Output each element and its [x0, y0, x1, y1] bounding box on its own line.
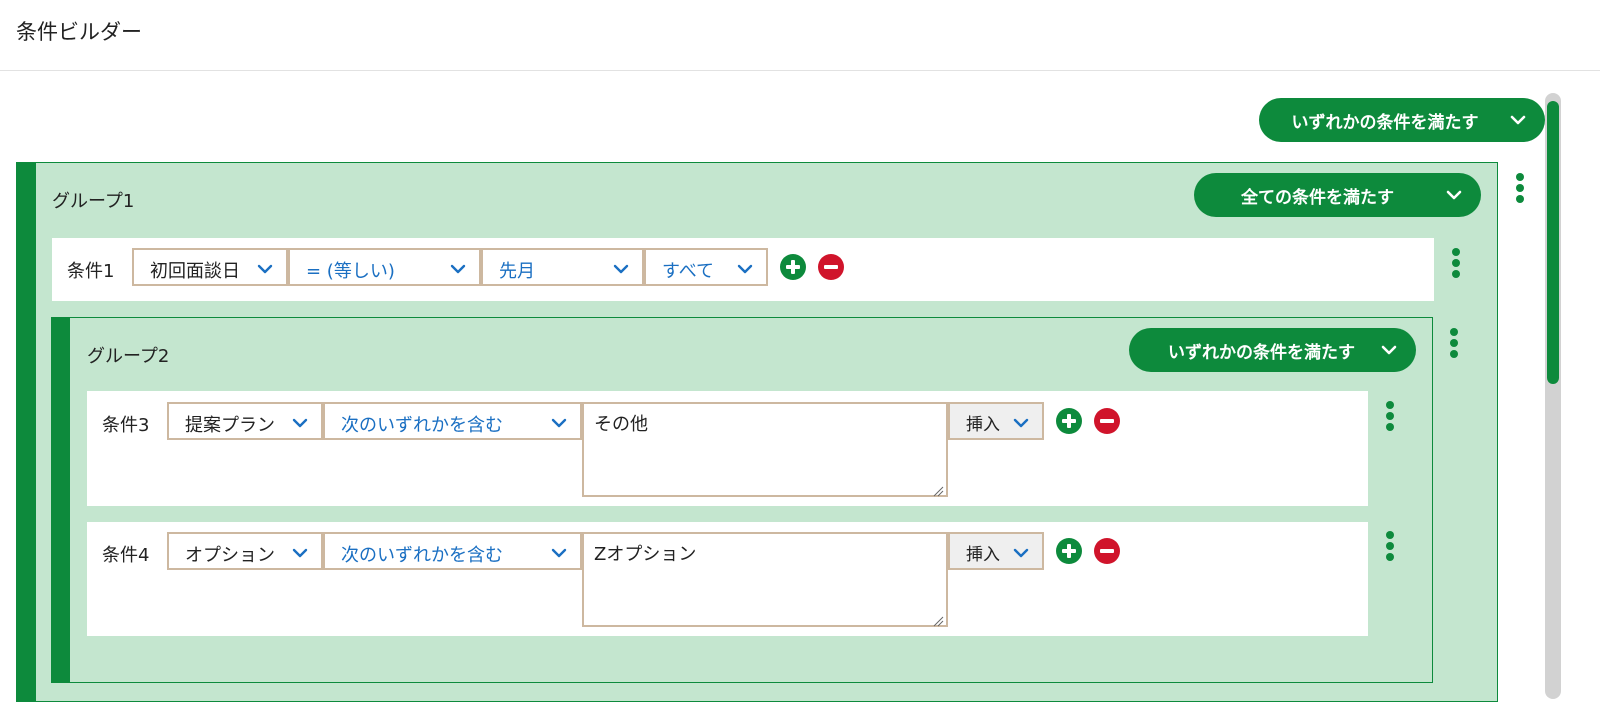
chevron-down-icon	[736, 260, 754, 278]
condition-1-value-select[interactable]: 先月	[481, 248, 644, 286]
chevron-down-icon	[449, 260, 467, 278]
condition-3-add-icon[interactable]	[1056, 408, 1082, 434]
group-1-title: グループ1	[52, 191, 135, 212]
scrollbar-thumb[interactable]	[1547, 101, 1559, 384]
condition-3-remove-icon[interactable]	[1094, 408, 1120, 434]
chevron-down-icon	[1380, 341, 1398, 359]
group-2: グループ2 いずれかの条件を満たす 条件3 提案プラン 次のいずれかを含む その…	[51, 317, 1433, 683]
page-header: 条件ビルダー	[0, 0, 1600, 71]
page-title: 条件ビルダー	[16, 20, 142, 44]
condition-4-textarea[interactable]: Zオプション	[582, 532, 948, 627]
group2-match-dropdown[interactable]: いずれかの条件を満たす	[1129, 328, 1416, 372]
condition-4-field-select[interactable]: オプション	[167, 532, 323, 570]
condition-4-insert-dropdown[interactable]: 挿入	[948, 532, 1044, 570]
group1-match-dropdown[interactable]: 全ての条件を満たす	[1194, 173, 1481, 217]
condition-1-operator-value: = (等しい)	[306, 261, 395, 282]
group2-match-label: いずれかの条件を満たす	[1168, 342, 1355, 363]
condition-1-remove-icon[interactable]	[818, 254, 844, 280]
root-match-dropdown[interactable]: いずれかの条件を満たす	[1259, 98, 1545, 142]
chevron-down-icon	[256, 260, 274, 278]
chevron-down-icon	[1012, 544, 1030, 562]
chevron-down-icon	[550, 414, 568, 432]
group2-menu-kebab-icon[interactable]	[1446, 326, 1462, 362]
chevron-down-icon	[1445, 186, 1463, 204]
condition-4-menu-kebab-icon[interactable]	[1382, 529, 1398, 565]
condition-3-operator-value: 次のいずれかを含む	[341, 415, 503, 436]
group-2-title: グループ2	[87, 346, 170, 367]
group1-menu-kebab-icon[interactable]	[1512, 171, 1528, 207]
condition-1-label: 条件1	[67, 261, 115, 282]
condition-3-field-select[interactable]: 提案プラン	[167, 402, 323, 440]
root-match-label: いずれかの条件を満たす	[1291, 112, 1479, 133]
condition-1-operator-select[interactable]: = (等しい)	[288, 248, 481, 286]
condition-3-insert-label: 挿入	[966, 415, 1000, 435]
condition-4-insert-label: 挿入	[966, 545, 1000, 565]
chevron-down-icon	[612, 260, 630, 278]
condition-4-operator-select[interactable]: 次のいずれかを含む	[323, 532, 582, 570]
condition-3-row: 条件3 提案プラン 次のいずれかを含む その他 挿入	[87, 391, 1368, 506]
chevron-down-icon	[1012, 414, 1030, 432]
resize-grip-icon[interactable]	[932, 481, 944, 497]
condition-4-field-value: オプション	[185, 545, 275, 566]
condition-1-scope-select[interactable]: すべて	[644, 248, 768, 286]
chevron-down-icon	[291, 414, 309, 432]
condition-3-textarea[interactable]: その他	[582, 402, 948, 497]
group-1: グループ1 全ての条件を満たす 条件1 初回面談日 = (等しい) 先月 すべて	[16, 162, 1498, 702]
condition-1-row: 条件1 初回面談日 = (等しい) 先月 すべて	[52, 238, 1434, 301]
condition-4-row: 条件4 オプション 次のいずれかを含む Zオプション 挿入	[87, 522, 1368, 636]
condition-3-menu-kebab-icon[interactable]	[1382, 399, 1398, 435]
condition-3-operator-select[interactable]: 次のいずれかを含む	[323, 402, 582, 440]
condition-4-text-value: Zオプション	[594, 544, 697, 565]
chevron-down-icon	[291, 544, 309, 562]
condition-1-value: 先月	[499, 261, 535, 282]
condition-1-scope-value: すべて	[662, 261, 715, 282]
group-2-accent-bar	[52, 318, 70, 682]
condition-3-insert-dropdown[interactable]: 挿入	[948, 402, 1044, 440]
chevron-down-icon	[1509, 111, 1527, 129]
condition-4-operator-value: 次のいずれかを含む	[341, 545, 503, 566]
condition-4-label: 条件4	[102, 545, 150, 566]
condition-1-field-select[interactable]: 初回面談日	[132, 248, 288, 286]
condition-1-add-icon[interactable]	[780, 254, 806, 280]
chevron-down-icon	[550, 544, 568, 562]
condition-1-field-value: 初回面談日	[150, 261, 240, 282]
group-1-accent-bar	[17, 163, 36, 701]
group1-match-label: 全ての条件を満たす	[1241, 187, 1394, 208]
condition-3-field-value: 提案プラン	[185, 415, 275, 436]
resize-grip-icon[interactable]	[932, 611, 944, 627]
condition-4-remove-icon[interactable]	[1094, 538, 1120, 564]
condition-1-menu-kebab-icon[interactable]	[1448, 246, 1464, 282]
condition-3-text-value: その他	[594, 414, 648, 435]
condition-4-add-icon[interactable]	[1056, 538, 1082, 564]
condition-3-label: 条件3	[102, 415, 150, 436]
